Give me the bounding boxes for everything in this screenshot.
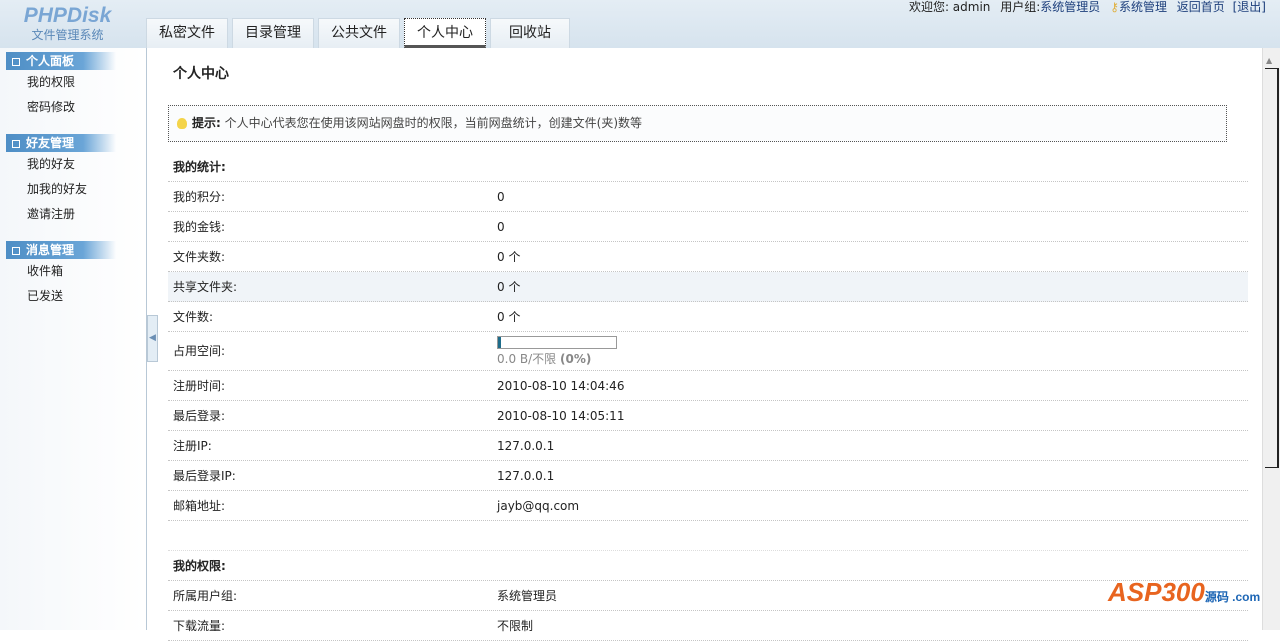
key-icon: ⚷ (1110, 0, 1119, 14)
row-value: 0 (497, 220, 505, 234)
collapse-icon (12, 246, 20, 255)
stats-header: 我的统计: (173, 160, 226, 174)
logo: PHPDisk 文件管理系统 (10, 4, 125, 43)
tip-box: 提示: 个人中心代表您在使用该网站网盘时的权限，当前网盘统计，创建文件(夹)数等 (168, 105, 1227, 142)
row-value: 127.0.0.1 (497, 439, 555, 453)
row-label: 文件夹数: (173, 250, 226, 264)
row-label: 文件数: (173, 310, 214, 324)
main-content: 个人中心 提示: 个人中心代表您在使用该网站网盘时的权限，当前网盘统计，创建文件… (158, 48, 1262, 641)
header: PHPDisk 文件管理系统 私密文件 目录管理 公共文件 个人中心 回收站 欢… (0, 0, 1280, 48)
logo-subtitle: 文件管理系统 (31, 28, 104, 42)
row-value: 0 个 (497, 250, 521, 264)
group-link[interactable]: 系统管理员 (1040, 0, 1100, 14)
sidebar-item-my-friends[interactable]: 我的好友 (0, 152, 146, 177)
scroll-up-icon[interactable]: ▲ (1266, 56, 1272, 65)
row-value: 不限制 (497, 619, 534, 633)
logout-link[interactable]: [退出] (1233, 0, 1266, 14)
tip-label: 提示: (192, 116, 221, 130)
admin-link[interactable]: 系统管理 (1119, 0, 1167, 14)
page-title: 个人中心 (173, 66, 229, 82)
tab-directory[interactable]: 目录管理 (232, 18, 314, 48)
lightbulb-icon (177, 118, 187, 129)
sidebar-item-sent[interactable]: 已发送 (0, 284, 146, 309)
collapse-icon (12, 139, 20, 148)
tab-private-files[interactable]: 私密文件 (146, 18, 228, 48)
row-label: 邮箱地址: (173, 499, 226, 513)
row-value: 0 个 (497, 280, 521, 294)
row-value: jayb@qq.com (497, 499, 580, 513)
group-title: 个人面板 (26, 54, 75, 68)
profile-table: 我的统计: 我的积分: 0 我的金钱: 0 文件夹数: 0 个 共享文件夹: 0 个 文… (168, 152, 1248, 641)
sidebar-group-friends[interactable]: 好友管理 (6, 134, 116, 152)
sidebar-toggle[interactable]: ◀ (147, 315, 158, 362)
group-title: 消息管理 (26, 243, 75, 257)
row-value: 2010-08-10 14:04:46 (497, 379, 625, 393)
row-label: 所属用户组: (173, 589, 238, 603)
tab-personal-center[interactable]: 个人中心 (404, 18, 486, 48)
group-label: 用户组: (1000, 0, 1041, 14)
watermark-text: ASP300 (1108, 577, 1205, 607)
logo-name: PHPDisk (23, 4, 112, 27)
collapse-icon (12, 57, 20, 66)
row-label: 共享文件夹: (173, 280, 238, 294)
scroll-thumb[interactable] (1265, 68, 1279, 468)
space-usage-percent: (0%) (560, 352, 592, 366)
row-label: 我的金钱: (173, 220, 226, 234)
sidebar-group-personal[interactable]: 个人面板 (6, 52, 116, 70)
watermark-sub: 源码 .com (1204, 590, 1261, 604)
sidebar-item-invite[interactable]: 邀请注册 (0, 202, 146, 227)
sidebar-group-messages[interactable]: 消息管理 (6, 241, 116, 259)
permissions-header: 我的权限: (173, 559, 226, 573)
row-label: 占用空间: (173, 344, 226, 358)
sidebar-item-inbox[interactable]: 收件箱 (0, 259, 146, 284)
row-label: 最后登录IP: (173, 469, 236, 483)
row-label: 下载流量: (173, 619, 226, 633)
scrollbar[interactable]: ▲ (1262, 48, 1280, 630)
tab-public-files[interactable]: 公共文件 (318, 18, 400, 48)
watermark-logo: ASP300源码 .com (1108, 577, 1260, 608)
sidebar-item-change-password[interactable]: 密码修改 (0, 95, 146, 120)
space-usage-text: 0.0 B/不限 (497, 352, 557, 366)
row-label: 注册IP: (173, 439, 212, 453)
sidebar-item-permissions[interactable]: 我的权限 (0, 70, 146, 95)
sidebar: 个人面板 我的权限 密码修改 好友管理 我的好友 加我的好友 邀请注册 消息管理… (0, 48, 147, 630)
tab-recycle-bin[interactable]: 回收站 (490, 18, 570, 48)
space-usage-bar (497, 336, 617, 349)
main-tabs: 私密文件 目录管理 公共文件 个人中心 回收站 (146, 18, 570, 48)
row-value: 2010-08-10 14:05:11 (497, 409, 625, 423)
row-label: 我的积分: (173, 190, 226, 204)
row-value: 127.0.0.1 (497, 469, 555, 483)
tip-text: 个人中心代表您在使用该网站网盘时的权限，当前网盘统计，创建文件(夹)数等 (224, 116, 643, 130)
sidebar-item-add-me[interactable]: 加我的好友 (0, 177, 146, 202)
chevron-left-icon: ◀ (149, 333, 156, 343)
row-value: 0 (497, 190, 505, 204)
home-link[interactable]: 返回首页 (1177, 0, 1225, 14)
row-value: 系统管理员 (497, 589, 558, 603)
row-label: 注册时间: (173, 379, 226, 393)
space-usage-fill (498, 337, 501, 348)
group-title: 好友管理 (26, 136, 75, 150)
row-value: 0 个 (497, 310, 521, 324)
user-bar: 欢迎您: admin 用户组:系统管理员 ⚷系统管理 返回首页 [退出] (903, 0, 1266, 14)
welcome-text: 欢迎您: admin (908, 0, 991, 14)
row-label: 最后登录: (173, 409, 226, 423)
spacer (168, 521, 1248, 551)
